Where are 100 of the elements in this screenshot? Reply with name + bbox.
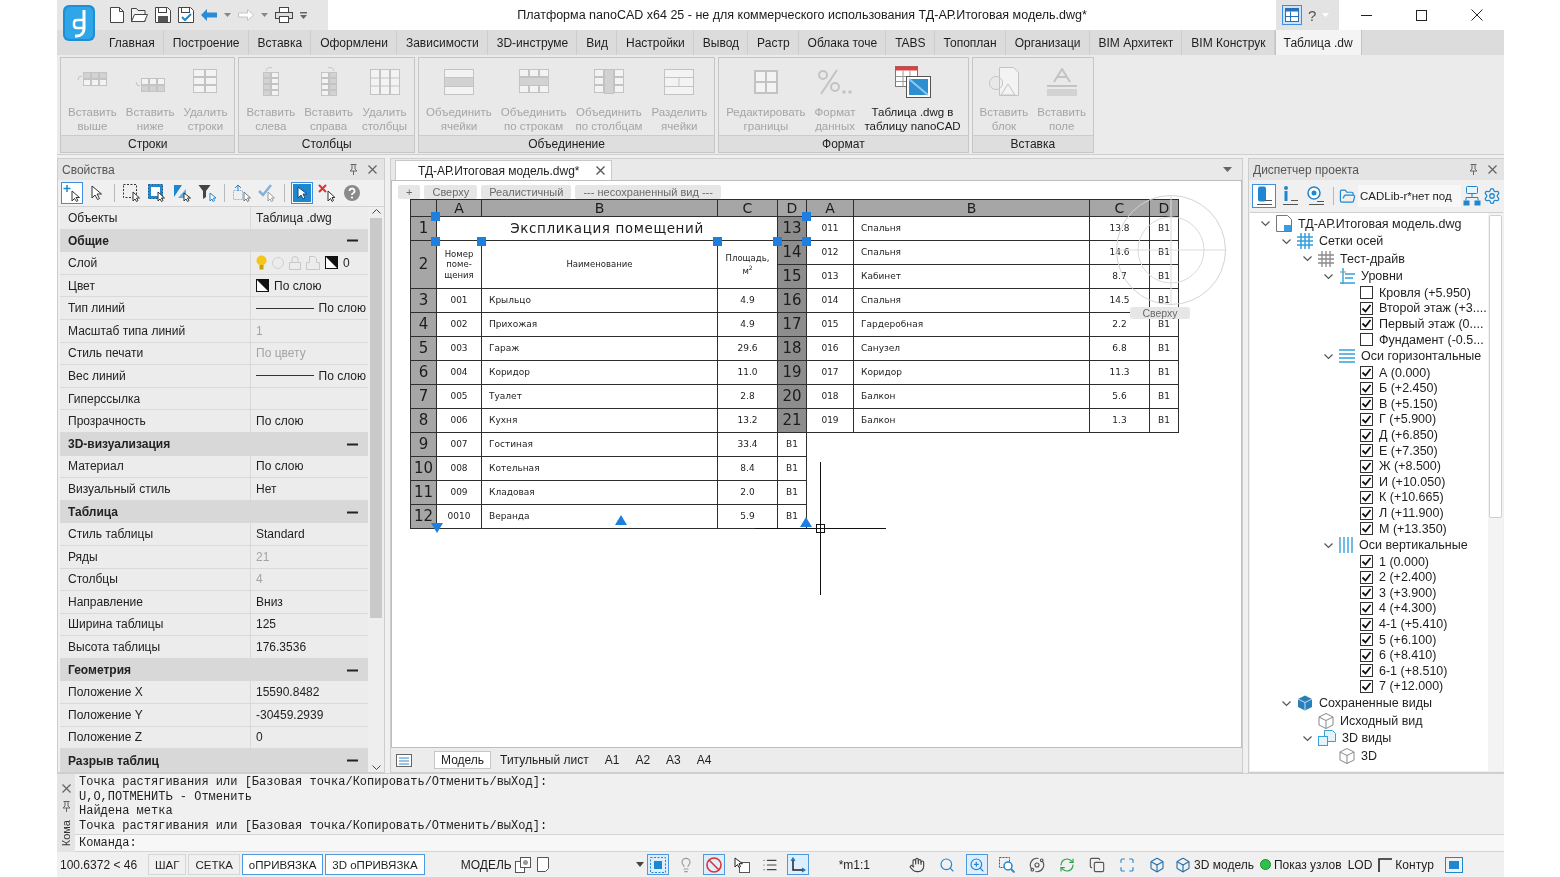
tree-item[interactable]: Л (+11.900) xyxy=(1379,506,1444,520)
property-value[interactable]: 125 xyxy=(256,617,277,632)
section-header[interactable]: Геометрия xyxy=(60,658,368,682)
toggle-button[interactable] xyxy=(702,854,725,875)
chevron-down-icon[interactable] xyxy=(1302,733,1312,743)
tree-item[interactable]: ТД-АР.Итоговая модель.dwg xyxy=(1298,216,1462,231)
view-control[interactable]: Реалистичный xyxy=(481,185,572,199)
tree-item[interactable]: Г (+5.900) xyxy=(1379,412,1437,427)
tree-item[interactable]: 5 (+6.100) xyxy=(1379,632,1437,647)
mode-toggle[interactable]: оПРИВЯЗКА xyxy=(241,854,324,875)
checkbox[interactable] xyxy=(1360,679,1373,693)
scroll-up-icon[interactable] xyxy=(371,209,381,214)
tool-button[interactable] xyxy=(1252,184,1276,208)
tree-item[interactable]: 4 (+4.300) xyxy=(1379,601,1437,616)
grip-icon[interactable] xyxy=(431,212,440,221)
close-icon[interactable] xyxy=(1488,165,1497,174)
tree-item[interactable]: И (+10.050) xyxy=(1379,474,1446,489)
layout-tab[interactable]: A2 xyxy=(628,751,658,769)
property-value[interactable]: Таблица .dwg xyxy=(256,210,332,225)
checkbox[interactable] xyxy=(1360,381,1373,395)
checkbox[interactable] xyxy=(1360,428,1373,442)
tree-item[interactable]: Кровля (+5.950) xyxy=(1379,285,1471,300)
mode-toggle[interactable]: ШАГ xyxy=(148,854,187,875)
tree-item[interactable]: Тест-драйв xyxy=(1340,251,1405,266)
chevron-down-icon[interactable] xyxy=(1281,698,1291,708)
tree-item[interactable]: Е (+7.350) xyxy=(1379,443,1438,458)
checkbox[interactable] xyxy=(1360,648,1373,662)
scrollbar-thumb[interactable] xyxy=(370,218,382,618)
tool-button[interactable] xyxy=(61,182,83,204)
tree-item[interactable]: Фундамент (-0.5... xyxy=(1379,332,1484,347)
tree-item[interactable]: 2 (+2.400) xyxy=(1379,570,1437,585)
tool-button[interactable] xyxy=(146,182,168,204)
layouts-icon[interactable] xyxy=(514,856,531,873)
tree-item[interactable]: Первый этаж (0.... xyxy=(1379,317,1484,331)
mode-toggle[interactable]: 3D оПРИВЯЗКА xyxy=(325,854,425,875)
tool-button[interactable] xyxy=(196,182,218,204)
section-header[interactable]: Таблица xyxy=(60,500,368,524)
grip-icon[interactable] xyxy=(713,237,722,246)
caret-icon[interactable] xyxy=(261,13,268,17)
scrollbar[interactable] xyxy=(368,207,384,772)
grip-icon[interactable] xyxy=(431,237,440,246)
checkbox[interactable] xyxy=(1360,522,1373,536)
tree-item[interactable]: А (0.000) xyxy=(1379,365,1431,380)
checkbox[interactable] xyxy=(1360,490,1373,504)
caret-icon[interactable] xyxy=(224,13,231,17)
close-icon[interactable] xyxy=(596,166,605,175)
tree-item[interactable]: М (+13.350) xyxy=(1379,521,1447,536)
layout-tab[interactable]: A4 xyxy=(689,751,719,769)
tree-item[interactable]: 3D xyxy=(1361,748,1377,763)
tool-button[interactable] xyxy=(316,182,338,204)
property-value[interactable]: По слою xyxy=(274,278,322,293)
ribbon-tab[interactable]: Таблица .dw xyxy=(1274,30,1362,55)
toggle-button[interactable] xyxy=(646,854,669,875)
scrollbar-thumb[interactable] xyxy=(1489,215,1502,518)
section-header[interactable]: Общие xyxy=(60,229,368,253)
save-icon[interactable] xyxy=(155,7,171,23)
section-header[interactable]: 3D-визуализация xyxy=(60,432,368,456)
grip-arrow-icon[interactable] xyxy=(800,517,812,527)
close-icon[interactable] xyxy=(368,165,377,174)
mode-toggle[interactable]: СЕТКА xyxy=(188,854,240,875)
window-layout-icon[interactable] xyxy=(1282,5,1302,25)
checkbox[interactable] xyxy=(1360,570,1373,584)
tree-item[interactable]: Д (+6.850) xyxy=(1379,428,1438,443)
layout-tab[interactable]: A1 xyxy=(597,751,627,769)
model-space-button[interactable]: МОДЕЛЬ xyxy=(457,854,515,875)
property-value[interactable]: Вниз xyxy=(256,594,283,609)
tree-item[interactable]: Оси вертикальные xyxy=(1359,538,1468,553)
view-name-button[interactable]: Сверху xyxy=(1130,307,1190,319)
layout-tab[interactable]: A3 xyxy=(659,751,688,769)
tree-item[interactable]: К (+10.665) xyxy=(1379,490,1444,505)
tree-item[interactable]: Второй этаж (+3.... xyxy=(1379,301,1487,316)
tree-item[interactable]: 6 (+8.410) xyxy=(1379,648,1437,663)
fullscreen-frame-icon[interactable] xyxy=(1444,856,1463,873)
checkbox[interactable] xyxy=(1360,317,1373,331)
pin-icon[interactable] xyxy=(349,164,358,175)
annotation-scale[interactable]: *m1:1 xyxy=(838,857,871,872)
property-value[interactable]: Standard xyxy=(256,527,305,542)
layout-tab[interactable]: Титульный лист xyxy=(493,751,596,769)
property-value[interactable]: -30459.2939 xyxy=(256,707,324,722)
property-value[interactable]: По слою xyxy=(256,414,304,429)
checkbox[interactable] xyxy=(1360,397,1373,411)
checkbox[interactable] xyxy=(1360,459,1373,473)
command-input[interactable]: Команда: xyxy=(75,834,1504,852)
chevron-down-icon[interactable] xyxy=(1323,271,1333,281)
undo-arrow-icon[interactable] xyxy=(201,9,217,21)
layout-list-icon[interactable] xyxy=(396,753,412,767)
tree-item[interactable]: 1 (0.000) xyxy=(1379,554,1430,569)
tree-item[interactable]: Оси горизонтальные xyxy=(1361,349,1482,364)
scrollbar[interactable] xyxy=(1488,213,1503,771)
lod-button[interactable]: LOD xyxy=(1344,854,1376,875)
chevron-down-icon[interactable] xyxy=(1302,254,1312,264)
folder-icon[interactable] xyxy=(131,8,148,22)
property-value[interactable]: 15590.8482 xyxy=(256,685,320,700)
dropdown-icon[interactable] xyxy=(1223,167,1232,172)
tree-item[interactable]: Сохраненные виды xyxy=(1319,696,1432,710)
layout-tab[interactable]: Модель xyxy=(434,751,492,769)
grip-icon[interactable] xyxy=(802,237,811,246)
chevron-down-icon[interactable] xyxy=(1260,219,1270,229)
tree-item[interactable]: Сетки осей xyxy=(1319,234,1384,249)
view-control[interactable]: Сверху xyxy=(424,185,478,199)
